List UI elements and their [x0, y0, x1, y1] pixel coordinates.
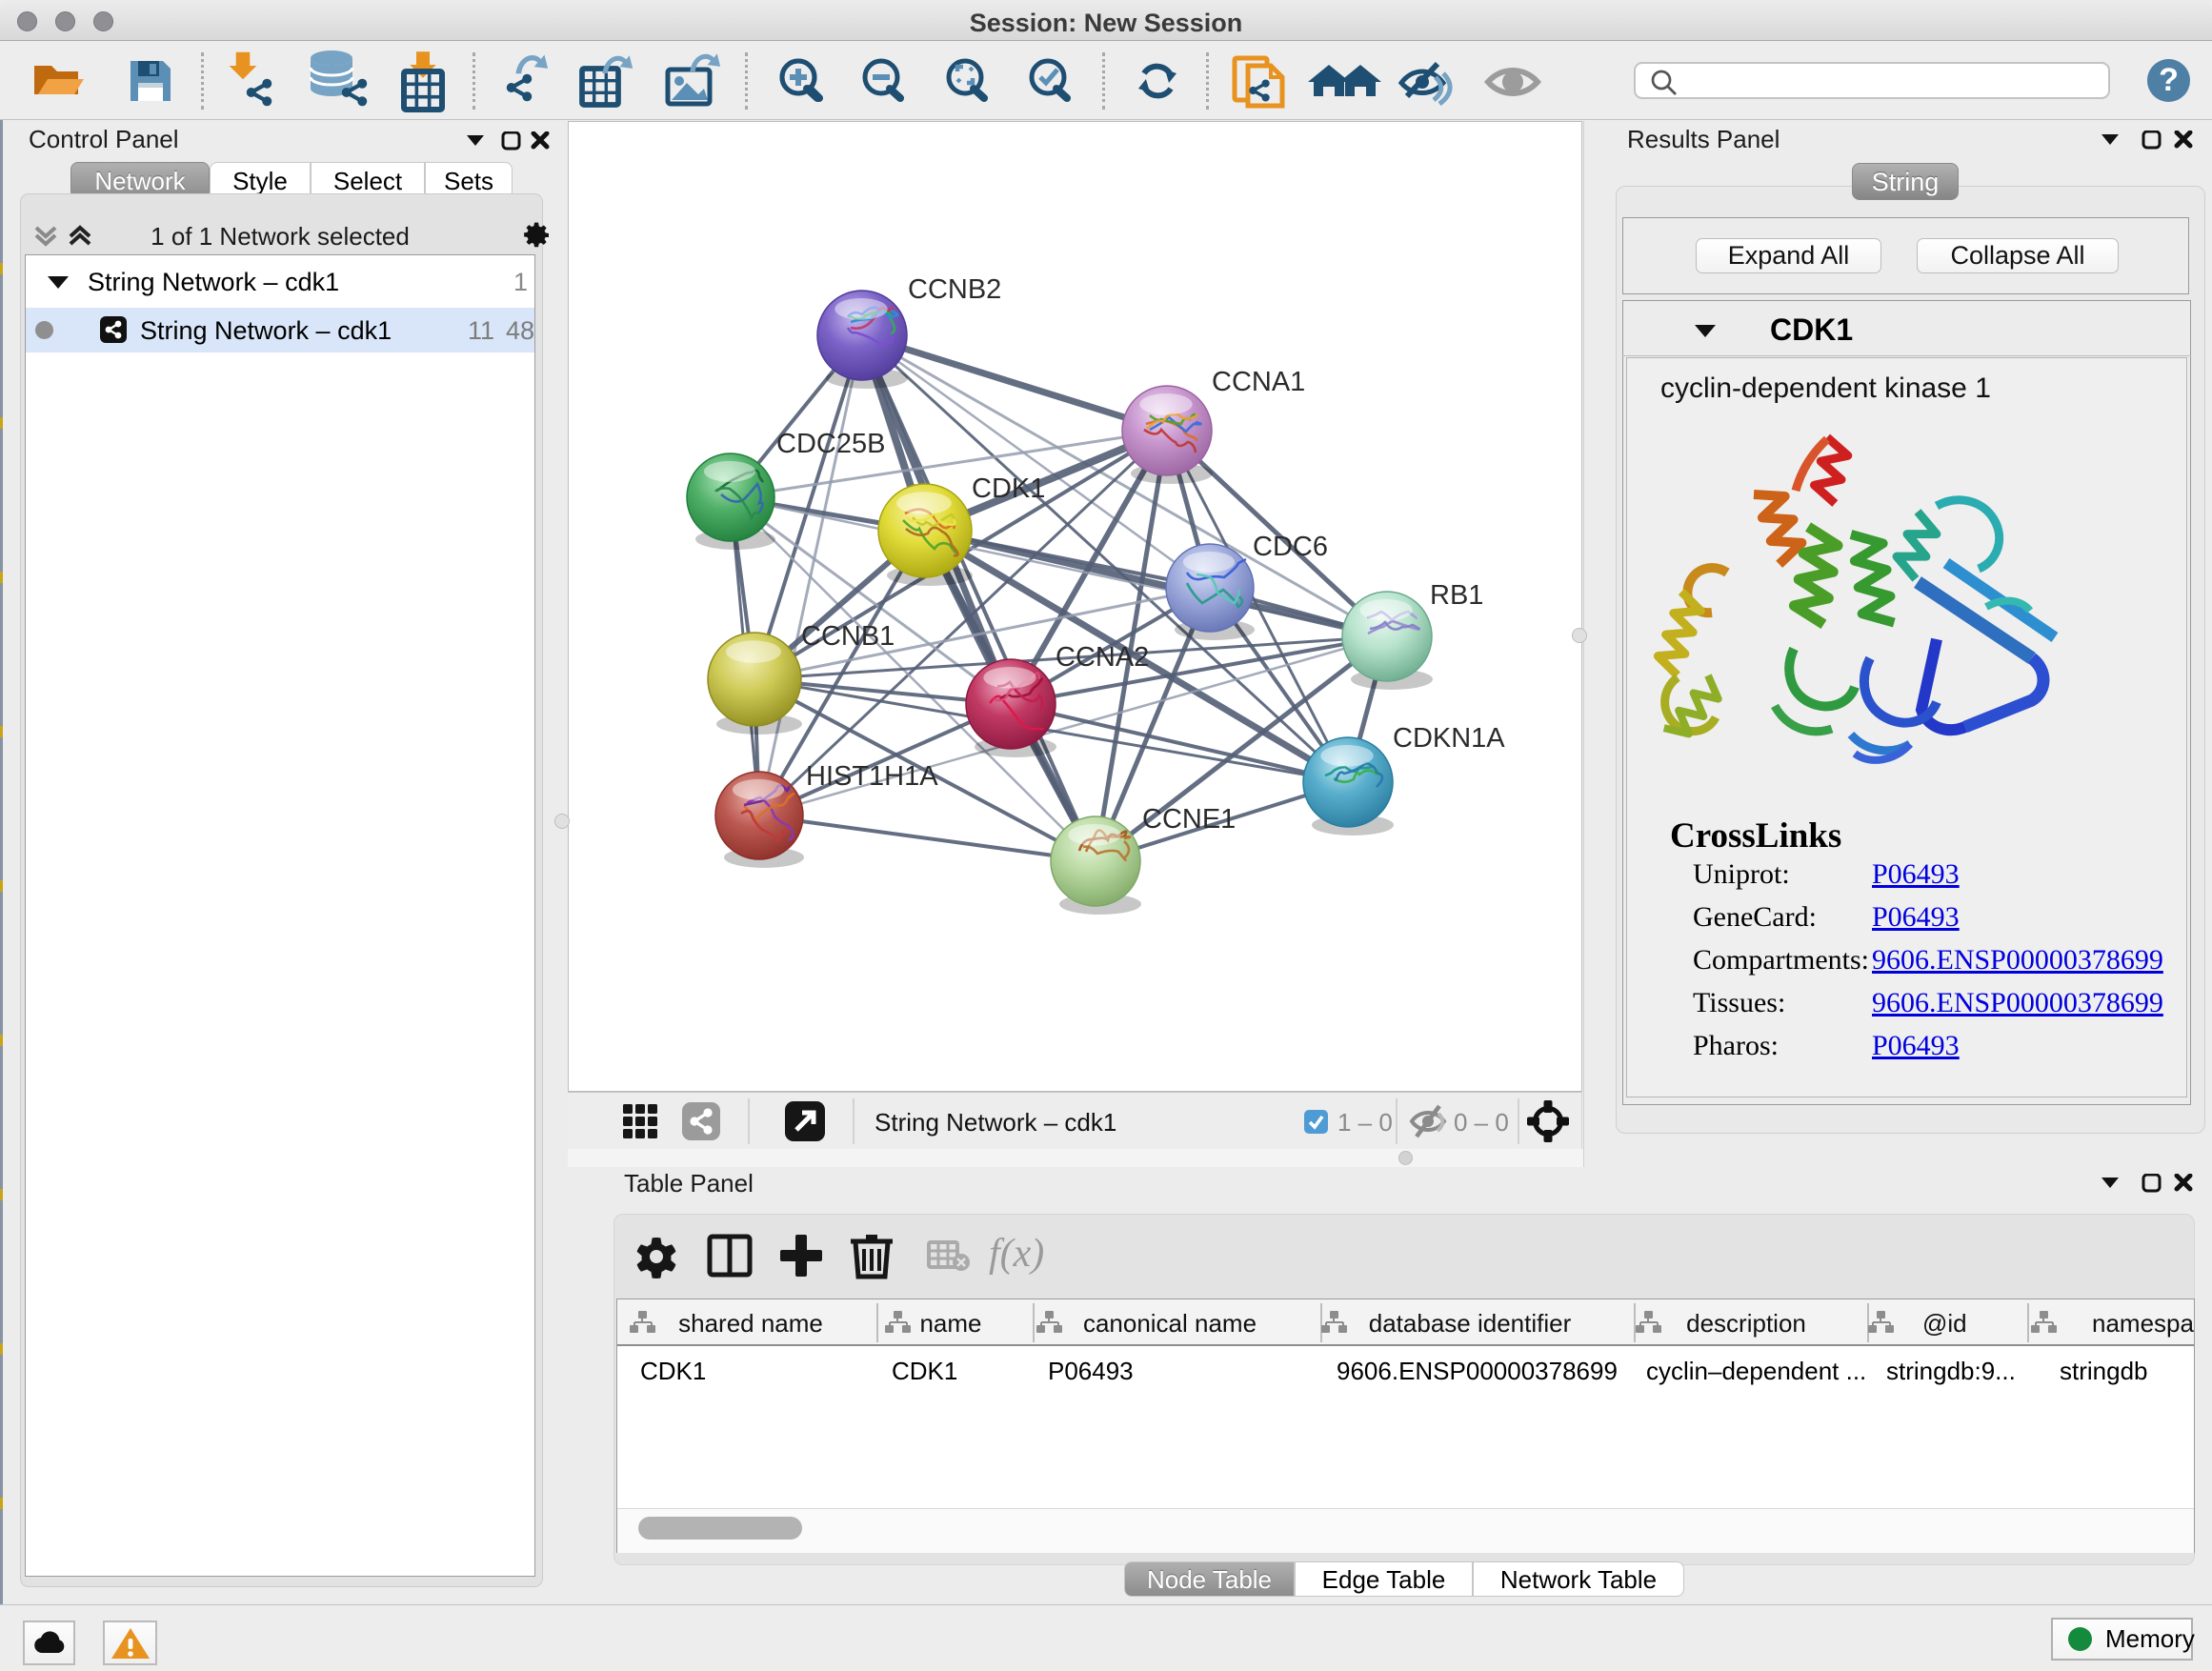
- svg-text:RB1: RB1: [1430, 580, 1483, 611]
- svg-text:CDKN1A: CDKN1A: [1393, 723, 1505, 754]
- svg-text:CCNB1: CCNB1: [801, 621, 895, 652]
- svg-text:CDC6: CDC6: [1253, 532, 1328, 562]
- svg-text:CCNA1: CCNA1: [1212, 367, 1305, 397]
- svg-text:CCNB2: CCNB2: [908, 274, 1001, 305]
- svg-text:CCNE1: CCNE1: [1142, 804, 1236, 835]
- svg-text:CDK1: CDK1: [972, 473, 1045, 504]
- svg-text:HIST1H1A: HIST1H1A: [806, 761, 938, 792]
- svg-text:CDC25B: CDC25B: [776, 429, 885, 459]
- svg-text:CCNA2: CCNA2: [1056, 642, 1149, 673]
